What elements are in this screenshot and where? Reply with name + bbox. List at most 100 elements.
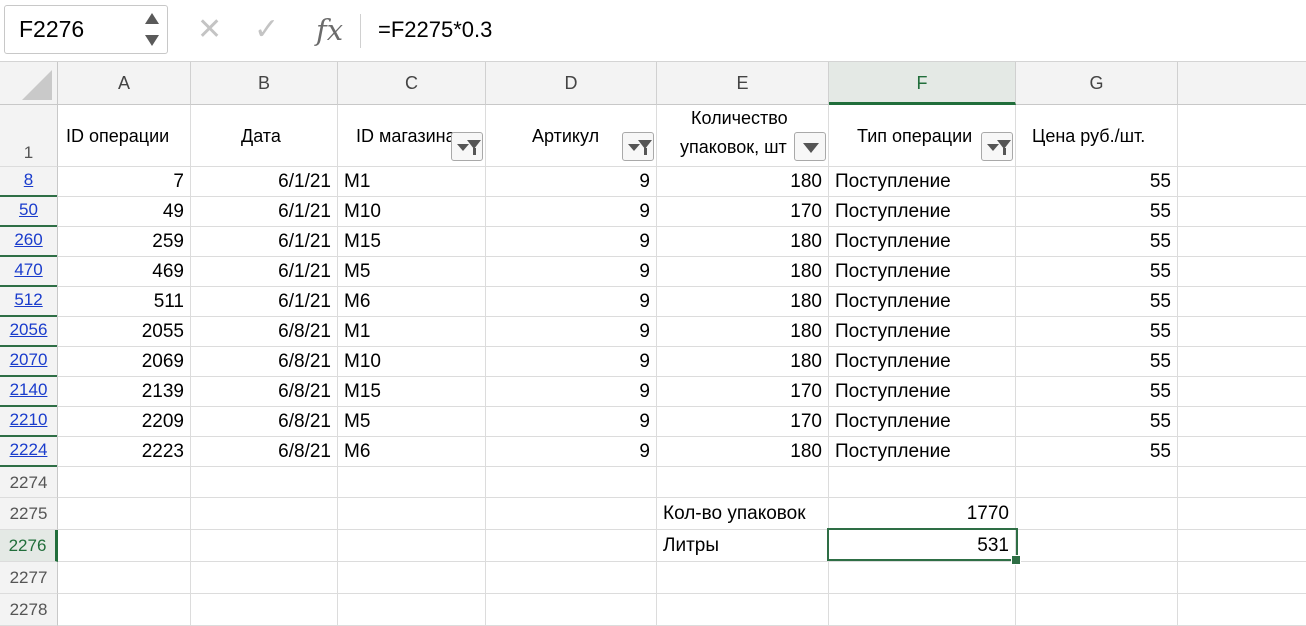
empty-cell[interactable] xyxy=(1178,407,1306,437)
cell-operation-type[interactable]: Поступление xyxy=(829,377,1016,407)
cell-store-id[interactable]: M6 xyxy=(338,287,486,317)
column-header-f[interactable]: F xyxy=(829,62,1016,105)
cell-article[interactable]: 9 xyxy=(486,347,657,377)
empty-cell[interactable] xyxy=(486,594,657,626)
cell-id-operation[interactable]: 259 xyxy=(58,227,191,257)
row-header-1[interactable]: 1 xyxy=(0,105,58,167)
empty-cell[interactable] xyxy=(1178,594,1306,626)
cell-id-operation[interactable]: 2223 xyxy=(58,437,191,467)
row-header[interactable]: 8 xyxy=(0,167,58,197)
cell-date[interactable]: 6/8/21 xyxy=(191,317,338,347)
empty-cell[interactable] xyxy=(1016,594,1178,626)
formula-input[interactable]: =F2275*0.3 xyxy=(378,17,492,43)
chevron-up-icon[interactable] xyxy=(145,13,159,24)
cell-store-id[interactable]: M6 xyxy=(338,437,486,467)
empty-cell[interactable] xyxy=(1178,227,1306,257)
cell-date[interactable]: 6/1/21 xyxy=(191,167,338,197)
cell-summary-label[interactable] xyxy=(657,562,829,594)
filter-active-button[interactable] xyxy=(451,132,483,161)
cell-operation-type[interactable]: Поступление xyxy=(829,347,1016,377)
cell-summary-value[interactable] xyxy=(829,594,1016,626)
column-header-e[interactable]: E xyxy=(657,62,829,105)
cell-summary-value[interactable] xyxy=(829,562,1016,594)
cell-operation-type[interactable]: Поступление xyxy=(829,407,1016,437)
cell-store-id[interactable]: M10 xyxy=(338,197,486,227)
cell-article[interactable]: 9 xyxy=(486,287,657,317)
header-cell-date[interactable]: Дата xyxy=(191,105,338,167)
cell-pack-quantity[interactable]: 170 xyxy=(657,197,829,227)
empty-cell[interactable] xyxy=(58,562,191,594)
cell-price[interactable]: 55 xyxy=(1016,347,1178,377)
row-header[interactable]: 2140 xyxy=(0,377,58,407)
empty-cell[interactable] xyxy=(1178,167,1306,197)
cell-id-operation[interactable]: 469 xyxy=(58,257,191,287)
cell-article[interactable]: 9 xyxy=(486,227,657,257)
cell-price[interactable]: 55 xyxy=(1016,227,1178,257)
active-cell-selection[interactable] xyxy=(827,528,1018,561)
empty-cell[interactable] xyxy=(1178,437,1306,467)
cell-date[interactable]: 6/1/21 xyxy=(191,197,338,227)
empty-cell[interactable] xyxy=(486,562,657,594)
cell-pack-quantity[interactable]: 180 xyxy=(657,347,829,377)
empty-cell[interactable] xyxy=(486,467,657,498)
cell-summary-label[interactable] xyxy=(657,594,829,626)
cell-pack-quantity[interactable]: 180 xyxy=(657,287,829,317)
cell-store-id[interactable]: M10 xyxy=(338,347,486,377)
empty-cell[interactable] xyxy=(58,530,191,562)
cell-article[interactable]: 9 xyxy=(486,407,657,437)
check-icon[interactable]: ✓ xyxy=(254,10,279,50)
cell-date[interactable]: 6/1/21 xyxy=(191,257,338,287)
cell-article[interactable]: 9 xyxy=(486,317,657,347)
cell-date[interactable]: 6/8/21 xyxy=(191,437,338,467)
cell-store-id[interactable]: M5 xyxy=(338,257,486,287)
empty-cell[interactable] xyxy=(1178,467,1306,498)
empty-cell[interactable] xyxy=(1178,498,1306,530)
name-box-stepper-icon[interactable] xyxy=(145,13,159,47)
row-header[interactable]: 2275 xyxy=(0,498,58,530)
cell-date[interactable]: 6/8/21 xyxy=(191,377,338,407)
column-header-a[interactable]: A xyxy=(58,62,191,105)
cell-price[interactable]: 55 xyxy=(1016,317,1178,347)
cell-article[interactable]: 9 xyxy=(486,437,657,467)
cell-pack-quantity[interactable]: 180 xyxy=(657,437,829,467)
fill-handle[interactable] xyxy=(1011,555,1021,565)
empty-cell[interactable] xyxy=(1178,562,1306,594)
cell-operation-type[interactable]: Поступление xyxy=(829,317,1016,347)
empty-cell[interactable] xyxy=(191,562,338,594)
row-header[interactable]: 470 xyxy=(0,257,58,287)
header-cell-pack-quantity[interactable]: Количество упаковок, шт xyxy=(657,105,829,167)
empty-cell[interactable] xyxy=(338,562,486,594)
row-header[interactable]: 2278 xyxy=(0,594,58,626)
empty-cell[interactable] xyxy=(1178,287,1306,317)
empty-cell[interactable] xyxy=(1016,467,1178,498)
empty-cell[interactable] xyxy=(1178,317,1306,347)
empty-cell[interactable] xyxy=(1016,562,1178,594)
empty-cell[interactable] xyxy=(1016,530,1178,562)
cell-pack-quantity[interactable]: 180 xyxy=(657,167,829,197)
empty-cell[interactable] xyxy=(191,498,338,530)
cell-pack-quantity[interactable]: 170 xyxy=(657,407,829,437)
cell-pack-quantity[interactable]: 180 xyxy=(657,257,829,287)
fx-icon[interactable]: fx xyxy=(316,10,343,50)
cell-id-operation[interactable]: 49 xyxy=(58,197,191,227)
cell-summary-label[interactable] xyxy=(657,467,829,498)
empty-cell[interactable] xyxy=(1178,347,1306,377)
cell-date[interactable]: 6/8/21 xyxy=(191,407,338,437)
empty-cell[interactable] xyxy=(486,530,657,562)
cell-date[interactable]: 6/1/21 xyxy=(191,227,338,257)
cell-pack-quantity[interactable]: 170 xyxy=(657,377,829,407)
cell-price[interactable]: 55 xyxy=(1016,257,1178,287)
cell-date[interactable]: 6/1/21 xyxy=(191,287,338,317)
empty-cell[interactable] xyxy=(191,530,338,562)
cell-operation-type[interactable]: Поступление xyxy=(829,287,1016,317)
cell-price[interactable]: 55 xyxy=(1016,197,1178,227)
column-header-g[interactable]: G xyxy=(1016,62,1178,105)
cell-pack-quantity[interactable]: 180 xyxy=(657,317,829,347)
cell-id-operation[interactable]: 2055 xyxy=(58,317,191,347)
empty-cell[interactable] xyxy=(1178,197,1306,227)
empty-cell[interactable] xyxy=(486,498,657,530)
cell-price[interactable]: 55 xyxy=(1016,377,1178,407)
empty-cell[interactable] xyxy=(191,594,338,626)
header-cell-operation-type[interactable]: Тип операции xyxy=(829,105,1016,167)
header-cell-id-operation[interactable]: ID операции xyxy=(58,105,191,167)
